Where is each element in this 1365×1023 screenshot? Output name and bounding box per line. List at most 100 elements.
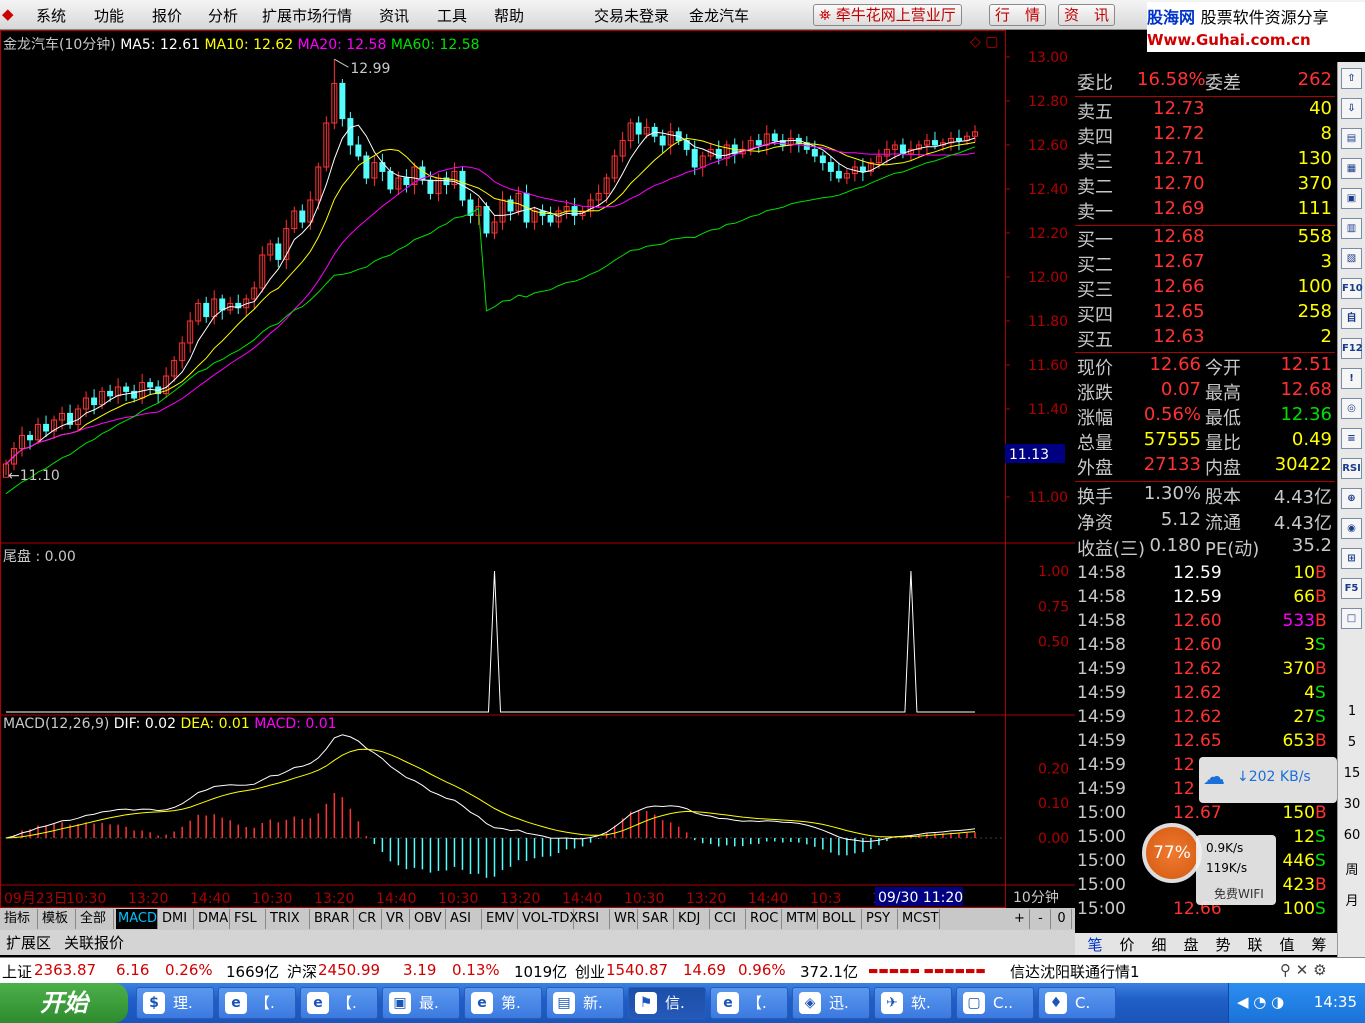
sidebar-tool-icon[interactable]: ⊕ [1341,488,1362,509]
sidebar-period[interactable]: 5 [1338,735,1365,750]
sidebar-tool-icon[interactable]: ▧ [1341,248,1362,269]
sidebar-tool-icon[interactable]: ! [1341,368,1362,389]
taskbar-button[interactable]: e 【. [300,987,378,1019]
clock[interactable]: 14:35 [1314,993,1357,1011]
app-icon[interactable]: ◆ [2,5,14,23]
period-tab[interactable]: 势 [1209,934,1237,955]
indicator-tab[interactable]: 模板 [40,909,76,929]
indicator-tab[interactable]: TRIX [268,909,310,929]
period-label[interactable]: 10分钟 [1013,889,1059,906]
cpu-gauge[interactable]: 77% [1142,823,1202,883]
indicator-tab[interactable]: BRAR [312,909,354,929]
broker-button[interactable]: ⛯ 牵牛花网上营业厅 [813,4,962,26]
taskbar-button[interactable]: ▤ 新. [546,987,624,1019]
sidebar-tool-icon[interactable]: □ [1341,608,1362,629]
period-tab[interactable]: 联 [1241,934,1269,955]
indicator-tab[interactable]: FSL [232,909,266,929]
taskbar-button[interactable]: e 【. [218,987,296,1019]
indicator-control[interactable]: - [1031,909,1051,929]
period-tab[interactable]: 盘 [1177,934,1205,955]
menu-analysis[interactable]: 分析 [208,5,238,26]
indicator-tab[interactable]: WR [612,909,638,929]
tray-icons[interactable]: ◀ ◔ ◑ [1237,993,1284,1011]
menu-tools[interactable]: 工具 [437,5,467,26]
indicator-tab[interactable]: VOL-TDX [520,909,578,929]
tab-extension-area[interactable]: 扩展区 [6,932,51,953]
indicator-tab[interactable]: EMV [484,909,518,929]
taskbar-button[interactable]: ◈ 迅. [792,987,870,1019]
menu-quote[interactable]: 报价 [152,5,182,26]
indicator-tab[interactable]: PSY [864,909,898,929]
net-speed-widget[interactable]: ☁ ↓202 KB/s [1199,757,1337,803]
chart-area[interactable]: 13.00 12.80 12.60 12.40 12.20 12.00 11.80 11.60… [0,30,1075,908]
taskbar-button[interactable]: e 【. [710,987,788,1019]
taskbar-button[interactable]: ⚑ 信. [628,987,706,1019]
menu-function[interactable]: 功能 [94,5,124,26]
time-axis-label: 14:40 [190,891,230,907]
indicator-tab[interactable]: VR [384,909,410,929]
sidebar-tool-icon[interactable]: ⇧ [1341,68,1362,89]
taskbar-button[interactable]: ♦ C. [1038,987,1116,1019]
tab-related-quote[interactable]: 关联报价 [64,932,124,953]
indicator-tab[interactable]: CR [356,909,382,929]
sidebar-tool-icon[interactable]: RSI [1341,458,1362,479]
sidebar-tool-icon[interactable]: ▥ [1341,218,1362,239]
taskbar-button[interactable]: ▢ C.. [956,987,1034,1019]
taskbar-button[interactable]: e 第. [464,987,542,1019]
indicator-tab[interactable]: MCST [900,909,940,929]
indicator-control[interactable]: + [1010,909,1030,929]
indicator-tab[interactable]: 指标 [2,909,38,929]
sidebar-period[interactable]: 60 [1338,828,1365,843]
period-tab[interactable]: 值 [1273,934,1301,955]
period-tab[interactable]: 细 [1145,934,1173,955]
sidebar-tool-icon[interactable]: F10 [1341,278,1363,299]
sidebar-tool-icon[interactable]: ▤ [1341,128,1362,149]
indicator-tab[interactable]: ROC [748,909,782,929]
wifi-widget[interactable]: 0.9K/s 119K/s 免费WIFI [1196,835,1276,905]
taskbar-button[interactable]: ✈ 软. [874,987,952,1019]
sidebar-tool-icon[interactable]: ◎ [1341,398,1362,419]
indicator-tab[interactable]: MACD [116,909,158,929]
sidebar-period[interactable]: 30 [1338,797,1365,812]
menu-news[interactable]: 资讯 [379,5,409,26]
quote-button[interactable]: 行 情 [989,4,1047,26]
indicator-tab[interactable]: ASI [448,909,482,929]
menu-help[interactable]: 帮助 [494,5,524,26]
period-tab[interactable]: 筹 [1305,934,1333,955]
sidebar-period[interactable]: 月 [1338,890,1365,909]
indicator-tab[interactable]: CCI [712,909,746,929]
period-tab[interactable]: 价 [1113,934,1141,955]
sidebar-period[interactable]: 1 [1338,704,1365,719]
sidebar-tool-icon[interactable]: ⊞ [1341,548,1362,569]
indicator-tab[interactable]: KDJ [676,909,710,929]
indicator-tab[interactable]: SAR [640,909,674,929]
start-button[interactable]: 开始 [0,983,128,1023]
server-name[interactable]: 信达沈阳联通行情1 [1010,961,1140,982]
sidebar-tool-icon[interactable]: ▦ [1341,158,1362,179]
indicator-tab[interactable]: DMA [196,909,230,929]
period-tab[interactable]: 笔 [1081,934,1109,955]
taskbar-button[interactable]: $ 理. [136,987,214,1019]
indicator-control[interactable]: 0 [1052,909,1072,929]
sidebar-tool-icon[interactable]: 自 [1341,308,1362,329]
sidebar-tool-icon[interactable]: ≡ [1341,428,1362,449]
sidebar-tool-icon[interactable]: F5 [1341,578,1362,599]
indicator-tab[interactable]: OBV [412,909,446,929]
news-button[interactable]: 资 讯 [1058,4,1116,26]
indicator-tab[interactable]: 全部 [78,909,114,929]
indicator-tab[interactable]: RSI [576,909,610,929]
sidebar-tool-icon[interactable]: ⇩ [1341,98,1362,119]
chart-window-icons[interactable]: ◇ ▢ [970,34,998,50]
indicator-tab[interactable]: MTM [784,909,818,929]
status-tools-icons[interactable]: ⚲ ✕ ⚙ [1280,961,1327,979]
menu-system[interactable]: 系统 [36,5,66,26]
taskbar-button[interactable]: ▣ 最. [382,987,460,1019]
sidebar-period[interactable]: 15 [1338,766,1365,781]
menu-extended-market[interactable]: 扩展市场行情 [262,5,352,26]
indicator-tab[interactable]: DMI [160,909,194,929]
sidebar-tool-icon[interactable]: ◉ [1341,518,1362,539]
sidebar-tool-icon[interactable]: F12 [1341,338,1363,359]
sidebar-period[interactable]: 周 [1338,859,1365,878]
sidebar-tool-icon[interactable]: ▣ [1341,188,1362,209]
indicator-tab[interactable]: BOLL [820,909,862,929]
